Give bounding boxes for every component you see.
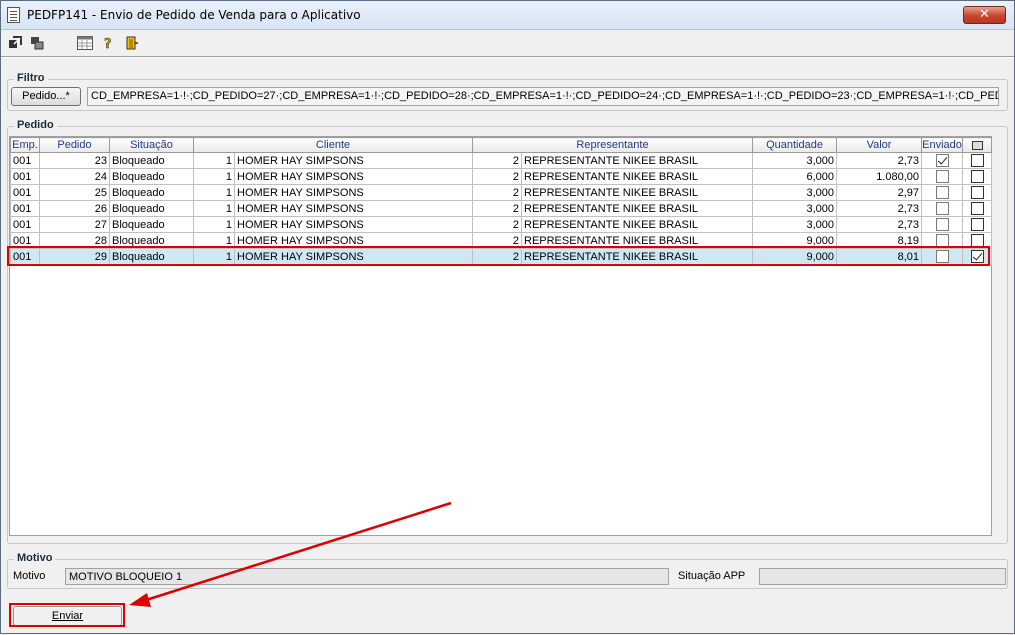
annotation-arrow-icon [129,501,452,607]
main-window: PEDFP141 - Envio de Pedido de Venda para… [0,0,1015,634]
